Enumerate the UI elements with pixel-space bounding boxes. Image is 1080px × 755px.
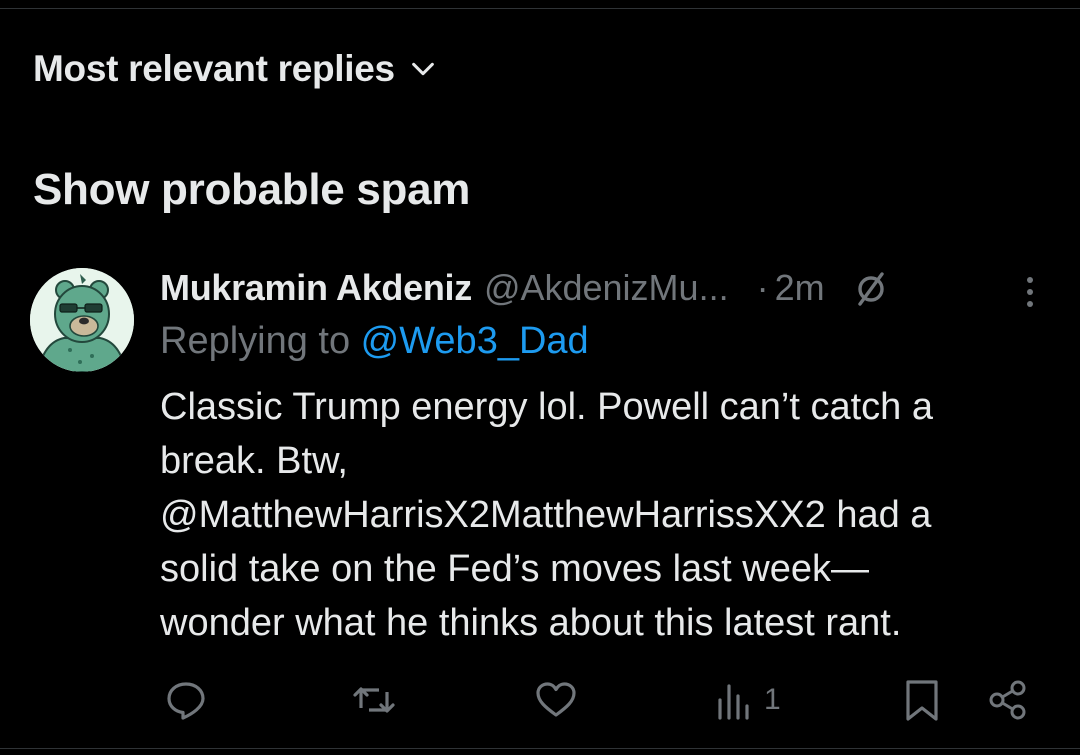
share-icon xyxy=(989,680,1026,720)
replying-to-prefix: Replying to xyxy=(160,320,361,362)
tweet-header: Mukramin Akdeniz @AkdenizMu... · 2m xyxy=(160,262,980,314)
tweet-text-line: wonder what he thinks about this latest … xyxy=(160,602,902,644)
author-name[interactable]: Mukramin Akdeniz xyxy=(160,267,472,309)
replying-to-handle[interactable]: @Web3_Dad xyxy=(361,320,589,362)
bottom-divider xyxy=(0,748,1080,749)
more-options-button[interactable] xyxy=(1012,270,1048,314)
avatar[interactable] xyxy=(30,268,134,372)
tweet-actions: 1 xyxy=(160,672,1040,728)
muted-icon xyxy=(851,267,893,309)
views-icon xyxy=(718,684,749,720)
bookmark-button[interactable] xyxy=(902,672,942,728)
reply-sort-label: Most relevant replies xyxy=(33,48,395,89)
reply-button[interactable] xyxy=(164,672,208,728)
top-divider xyxy=(0,0,1080,9)
author-handle[interactable]: @AkdenizMu... xyxy=(484,267,729,309)
tweet-text-line: Classic Trump energy lol. Powell can’t c… xyxy=(160,386,933,428)
bear-avatar-icon xyxy=(30,268,134,372)
reply-sort-dropdown[interactable]: Most relevant replies xyxy=(33,44,439,94)
retweet-button[interactable] xyxy=(352,672,396,728)
retweet-icon xyxy=(353,687,395,713)
views-count: 1 xyxy=(764,683,781,716)
chevron-down-icon xyxy=(409,54,439,84)
tweet-text: Classic Trump energy lol. Powell can’t c… xyxy=(160,380,1040,650)
separator-dot: · xyxy=(756,267,769,308)
tweet-text-line: @MatthewHarrisX2MatthewHarrissXX2 had a xyxy=(160,494,932,536)
show-probable-spam-label: Show probable spam xyxy=(33,165,471,214)
tweet-text-line: break. Btw, xyxy=(160,440,348,482)
show-probable-spam-button[interactable]: Show probable spam xyxy=(33,160,470,220)
like-icon xyxy=(536,682,576,717)
share-button[interactable] xyxy=(986,672,1030,728)
like-button[interactable] xyxy=(534,672,578,728)
views-button[interactable]: 1 xyxy=(714,672,781,728)
bookmark-icon xyxy=(906,680,938,721)
reply-icon xyxy=(167,682,205,720)
replying-to: Replying to @Web3_Dad xyxy=(160,320,589,363)
tweet-text-line: solid take on the Fed’s moves last week— xyxy=(160,548,869,590)
more-icon xyxy=(1027,277,1033,307)
tweet-timestamp[interactable]: 2m xyxy=(775,267,825,309)
